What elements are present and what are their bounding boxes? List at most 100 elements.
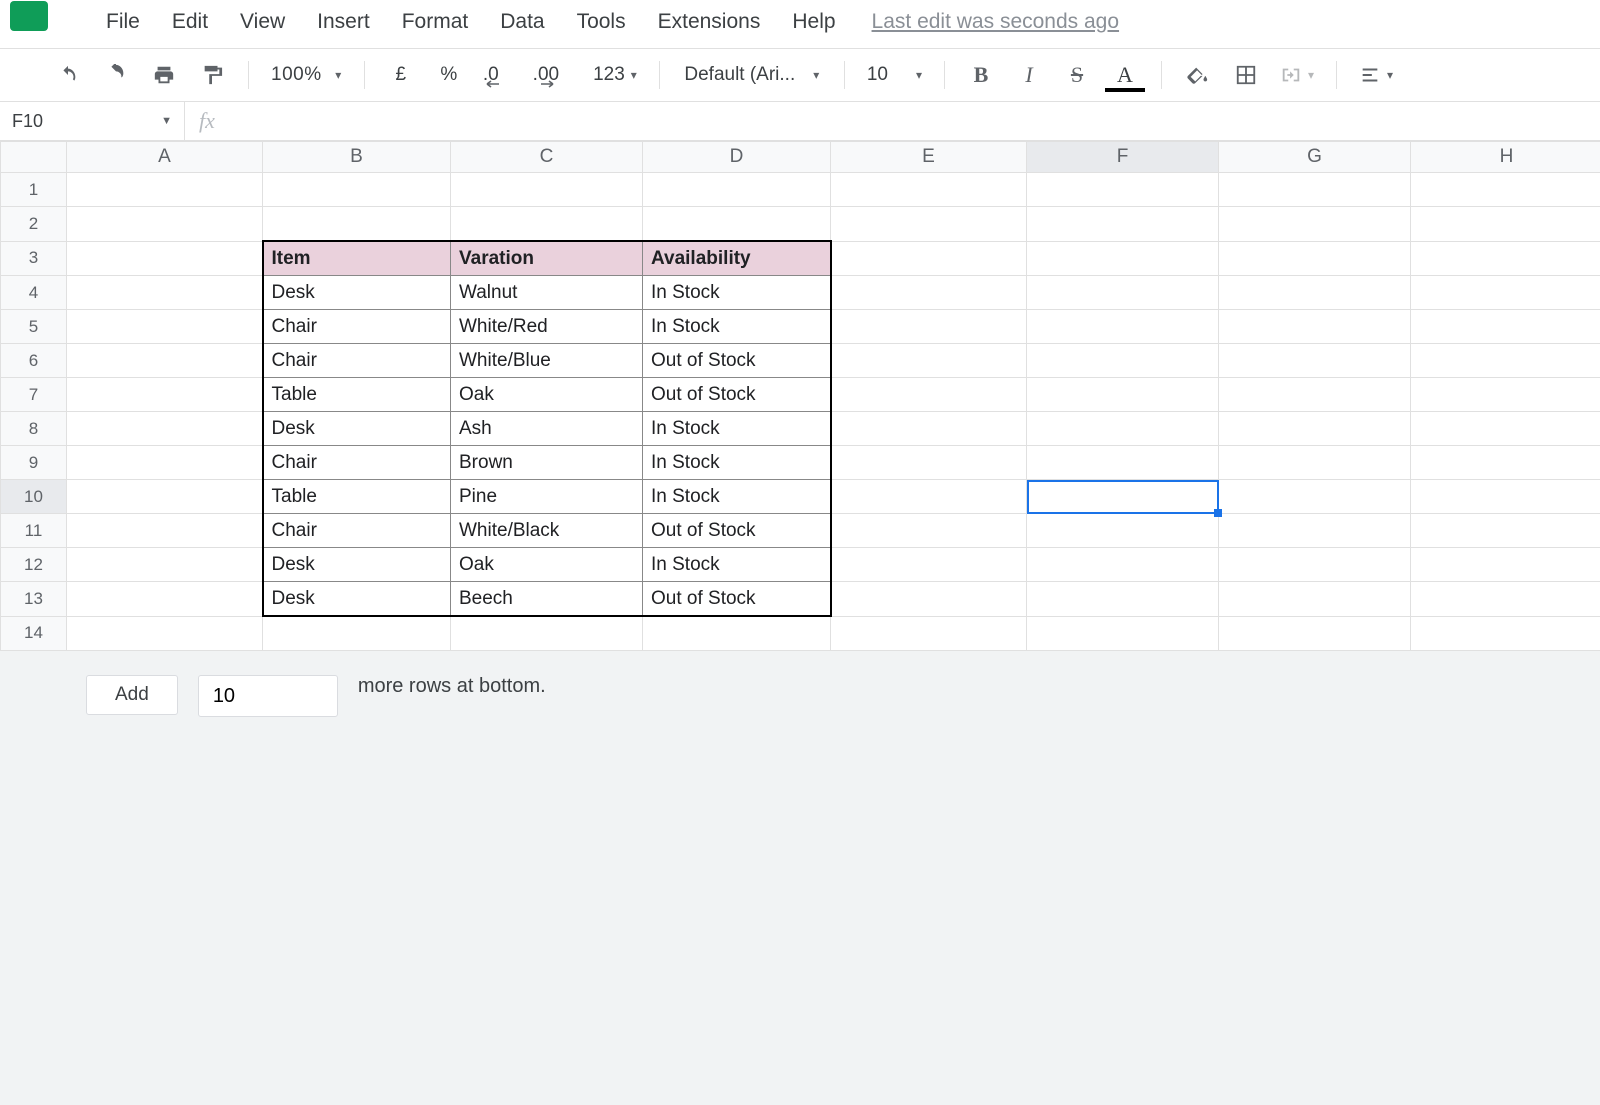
cell-A9[interactable]: [67, 446, 263, 480]
cell-E8[interactable]: [831, 412, 1027, 446]
row-header-1[interactable]: 1: [1, 173, 67, 207]
cell-B8[interactable]: Desk: [263, 412, 451, 446]
cell-A13[interactable]: [67, 582, 263, 617]
cell-F7[interactable]: [1027, 378, 1219, 412]
cell-D5[interactable]: In Stock: [643, 310, 831, 344]
increase-decimal-button[interactable]: .00: [527, 60, 579, 90]
text-color-button[interactable]: A: [1105, 60, 1145, 90]
cell-C10[interactable]: Pine: [451, 480, 643, 514]
redo-button[interactable]: [96, 60, 136, 90]
italic-button[interactable]: I: [1009, 60, 1049, 90]
cell-C2[interactable]: [451, 207, 643, 242]
row-header-14[interactable]: 14: [1, 616, 67, 651]
zoom-dropdown[interactable]: 100% ▾: [265, 60, 348, 90]
cell-F1[interactable]: [1027, 173, 1219, 207]
cell-C12[interactable]: Oak: [451, 548, 643, 582]
row-header-11[interactable]: 11: [1, 514, 67, 548]
cell-E2[interactable]: [831, 207, 1027, 242]
cell-H13[interactable]: [1411, 582, 1600, 617]
cell-E7[interactable]: [831, 378, 1027, 412]
cell-F8[interactable]: [1027, 412, 1219, 446]
cell-E6[interactable]: [831, 344, 1027, 378]
cell-F14[interactable]: [1027, 616, 1219, 651]
cell-A4[interactable]: [67, 276, 263, 310]
cell-G8[interactable]: [1219, 412, 1411, 446]
cell-F10[interactable]: [1027, 480, 1219, 514]
cell-H9[interactable]: [1411, 446, 1600, 480]
row-header-13[interactable]: 13: [1, 582, 67, 617]
undo-button[interactable]: [48, 60, 88, 90]
column-header-C[interactable]: C: [451, 142, 643, 173]
row-header-3[interactable]: 3: [1, 241, 67, 276]
cell-D3[interactable]: Availability: [643, 241, 831, 276]
cell-C5[interactable]: White/Red: [451, 310, 643, 344]
cell-D13[interactable]: Out of Stock: [643, 582, 831, 617]
column-header-G[interactable]: G: [1219, 142, 1411, 173]
cell-H7[interactable]: [1411, 378, 1600, 412]
cell-E9[interactable]: [831, 446, 1027, 480]
cell-F5[interactable]: [1027, 310, 1219, 344]
cell-H8[interactable]: [1411, 412, 1600, 446]
cell-G14[interactable]: [1219, 616, 1411, 651]
spreadsheet-grid[interactable]: ABCDEFGH123ItemVarationAvailability4Desk…: [0, 141, 1600, 651]
cell-A6[interactable]: [67, 344, 263, 378]
cell-E3[interactable]: [831, 241, 1027, 276]
cell-F11[interactable]: [1027, 514, 1219, 548]
cell-B12[interactable]: Desk: [263, 548, 451, 582]
cell-C4[interactable]: Walnut: [451, 276, 643, 310]
cell-B4[interactable]: Desk: [263, 276, 451, 310]
font-family-dropdown[interactable]: Default (Ari... ▾: [676, 60, 828, 90]
column-header-D[interactable]: D: [643, 142, 831, 173]
cell-B10[interactable]: Table: [263, 480, 451, 514]
cell-B5[interactable]: Chair: [263, 310, 451, 344]
cell-G2[interactable]: [1219, 207, 1411, 242]
format-percent-button[interactable]: %: [429, 60, 469, 90]
fill-color-button[interactable]: [1178, 60, 1218, 90]
cell-D4[interactable]: In Stock: [643, 276, 831, 310]
cell-C7[interactable]: Oak: [451, 378, 643, 412]
cell-H6[interactable]: [1411, 344, 1600, 378]
menu-help[interactable]: Help: [776, 6, 851, 38]
row-header-5[interactable]: 5: [1, 310, 67, 344]
cell-F13[interactable]: [1027, 582, 1219, 617]
cell-G9[interactable]: [1219, 446, 1411, 480]
print-button[interactable]: [144, 60, 184, 90]
row-header-8[interactable]: 8: [1, 412, 67, 446]
cell-H10[interactable]: [1411, 480, 1600, 514]
cell-F2[interactable]: [1027, 207, 1219, 242]
cell-C1[interactable]: [451, 173, 643, 207]
cell-E13[interactable]: [831, 582, 1027, 617]
horizontal-align-dropdown[interactable]: ▾: [1353, 60, 1399, 90]
cell-D9[interactable]: In Stock: [643, 446, 831, 480]
cell-E11[interactable]: [831, 514, 1027, 548]
cell-B2[interactable]: [263, 207, 451, 242]
cell-A5[interactable]: [67, 310, 263, 344]
menu-edit[interactable]: Edit: [156, 6, 224, 38]
cell-H5[interactable]: [1411, 310, 1600, 344]
cell-D11[interactable]: Out of Stock: [643, 514, 831, 548]
cell-H12[interactable]: [1411, 548, 1600, 582]
cell-C9[interactable]: Brown: [451, 446, 643, 480]
cell-E1[interactable]: [831, 173, 1027, 207]
cell-C3[interactable]: Varation: [451, 241, 643, 276]
cell-D6[interactable]: Out of Stock: [643, 344, 831, 378]
cell-E10[interactable]: [831, 480, 1027, 514]
cell-D2[interactable]: [643, 207, 831, 242]
menu-insert[interactable]: Insert: [301, 6, 386, 38]
cell-E14[interactable]: [831, 616, 1027, 651]
cell-E5[interactable]: [831, 310, 1027, 344]
row-header-10[interactable]: 10: [1, 480, 67, 514]
cell-G5[interactable]: [1219, 310, 1411, 344]
menu-file[interactable]: File: [90, 6, 156, 38]
cell-F9[interactable]: [1027, 446, 1219, 480]
strikethrough-button[interactable]: S: [1057, 60, 1097, 90]
column-header-E[interactable]: E: [831, 142, 1027, 173]
cell-A7[interactable]: [67, 378, 263, 412]
cell-B6[interactable]: Chair: [263, 344, 451, 378]
cell-B3[interactable]: Item: [263, 241, 451, 276]
cell-A8[interactable]: [67, 412, 263, 446]
bold-button[interactable]: B: [961, 60, 1001, 90]
cell-A14[interactable]: [67, 616, 263, 651]
cell-D7[interactable]: Out of Stock: [643, 378, 831, 412]
cell-H14[interactable]: [1411, 616, 1600, 651]
